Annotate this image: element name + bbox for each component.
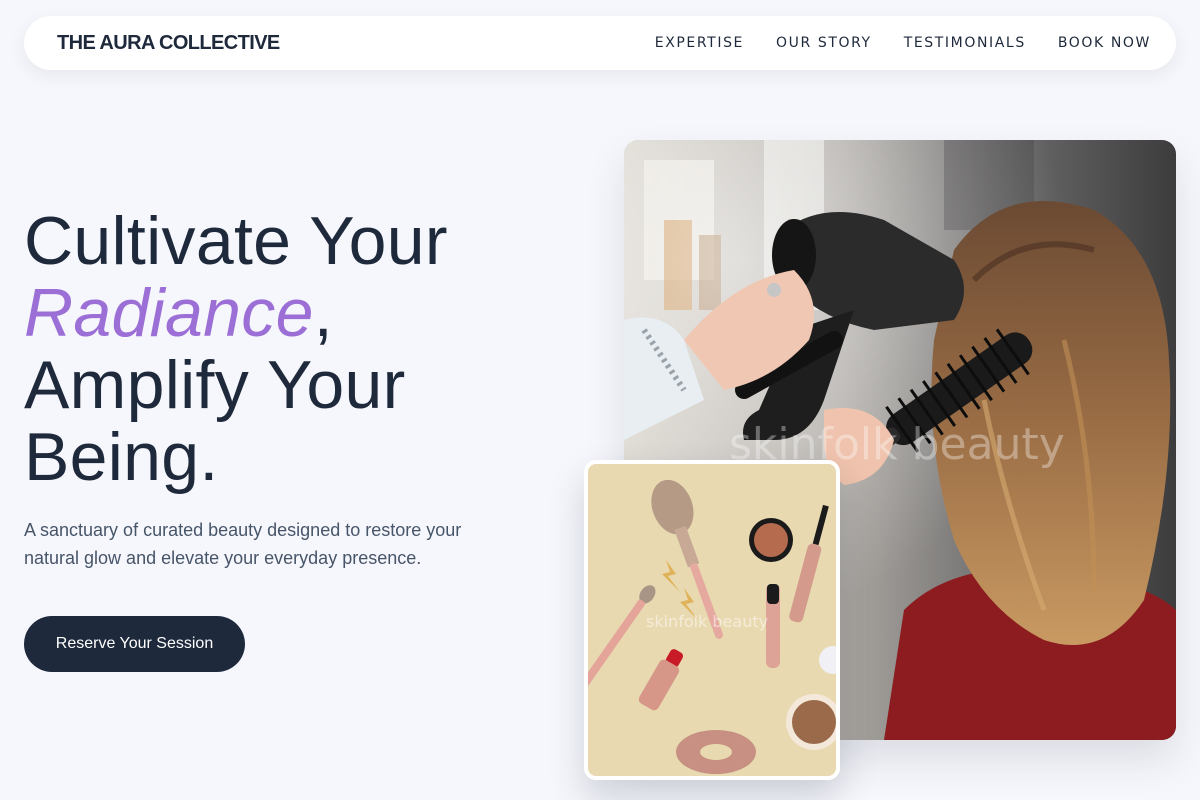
headline-line-3: Amplify Your: [24, 347, 406, 423]
nav-links: EXPERTISE OUR STORY TESTIMONIALS BOOK NO…: [623, 35, 1151, 51]
headline-accent-word: Radiance: [24, 275, 314, 351]
brand-logo[interactable]: THE AURA COLLECTIVE: [57, 32, 280, 55]
headline-line-4: Being.: [24, 419, 219, 495]
nav-link-testimonials[interactable]: TESTIMONIALS: [904, 35, 1026, 51]
nav-link-our-story[interactable]: OUR STORY: [776, 35, 872, 51]
hero-tagline: A sanctuary of curated beauty designed t…: [24, 520, 462, 568]
hero-headline: Cultivate Your Radiance, Amplify Your Be…: [24, 205, 544, 493]
nav-link-expertise[interactable]: EXPERTISE: [655, 35, 744, 51]
makeup-flatlay-photo: skinfolk beauty: [584, 460, 840, 780]
makeup-flatlay-illustration: [588, 464, 836, 776]
hero-copy: Cultivate Your Radiance, Amplify Your Be…: [24, 205, 544, 572]
nav-link-book-now[interactable]: BOOK NOW: [1058, 35, 1151, 51]
reserve-session-button[interactable]: Reserve Your Session: [24, 616, 245, 672]
headline-line-1: Cultivate Your: [24, 203, 448, 279]
headline-comma: ,: [313, 275, 333, 351]
landing-page: THE AURA COLLECTIVE EXPERTISE OUR STORY …: [0, 0, 1200, 800]
top-navigation: THE AURA COLLECTIVE EXPERTISE OUR STORY …: [24, 16, 1176, 70]
